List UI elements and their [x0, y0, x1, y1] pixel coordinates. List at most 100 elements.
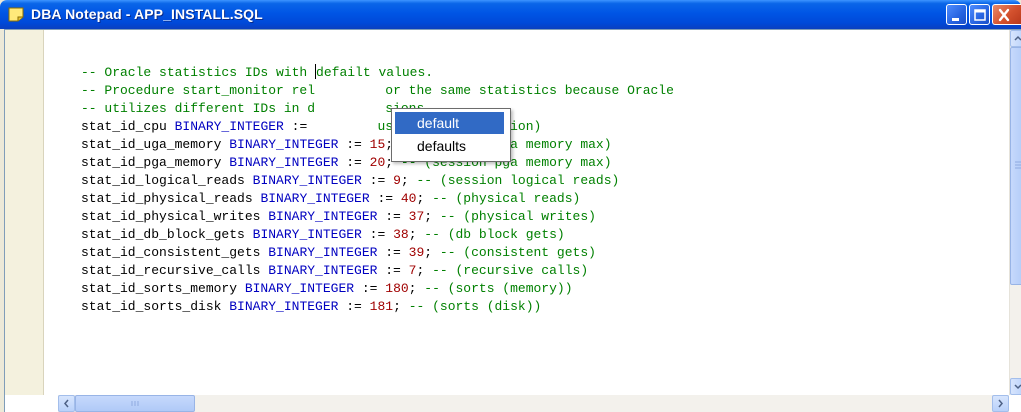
app-window: DBA Notepad - APP_INSTALL.SQL -- Oracle … [0, 0, 1021, 412]
code-token: BINARY_INTEGER [229, 299, 339, 314]
code-line: stat_id_consistent_gets BINARY_INTEGER :… [81, 244, 674, 262]
code-token: ; [393, 299, 409, 314]
horizontal-scroll-thumb[interactable] [75, 395, 195, 412]
code-token: BINARY_INTEGER [268, 245, 378, 260]
code-token: := [338, 137, 370, 152]
code-token: 20 [369, 155, 386, 170]
code-line: -- Procedure start_monitor rel or the sa… [81, 82, 674, 100]
maximize-icon [974, 9, 986, 21]
code-token: -- (sorts (memory)) [424, 281, 573, 296]
code-token: := [369, 191, 401, 206]
scroll-right-button[interactable] [992, 395, 1009, 412]
code-token: -- (physical reads) [432, 191, 581, 206]
code-token: -- Oracle statistics IDs with [81, 65, 316, 80]
maximize-button[interactable] [969, 4, 990, 25]
code-token: -- (recursive calls) [432, 263, 589, 278]
code-token: ; [408, 281, 425, 296]
code-token: stat_id_logical_reads [81, 173, 253, 188]
code-token: -- (db block gets) [424, 227, 565, 242]
code-token: stat_id_sorts_memory [81, 281, 245, 296]
code-token: ; [408, 227, 425, 242]
notepad-icon [8, 7, 24, 22]
code-token: := [361, 173, 394, 188]
code-line: stat_id_sorts_disk BINARY_INTEGER := 181… [81, 298, 674, 316]
code-token: -- (consistent gets) [439, 245, 596, 260]
code-token: BINARY_INTEGER [229, 137, 339, 152]
arrow-down-icon [1014, 384, 1021, 390]
scroll-down-button[interactable] [1010, 378, 1021, 395]
code-line: stat_id_physical_writes BINARY_INTEGER :… [81, 208, 674, 226]
code-token: BINARY_INTEGER [268, 263, 378, 278]
code-line: stat_id_recursive_calls BINARY_INTEGER :… [81, 262, 674, 280]
code-token: 15 [369, 137, 386, 152]
close-button[interactable] [992, 4, 1021, 25]
code-token: -- (sorts (disk)) [408, 299, 542, 314]
spelling-suggestions-popup: default defaults [391, 108, 511, 162]
grip-icon [1015, 161, 1021, 169]
minimize-icon [952, 18, 959, 21]
code-token: stat_id_sorts_disk [81, 299, 230, 314]
code-token: stat_id_db_block_gets [81, 227, 253, 242]
code-token: 9 [393, 173, 401, 188]
code-token: := [377, 209, 409, 224]
code-token: -- (physical writes) [439, 209, 596, 224]
code-line: stat_id_sorts_memory BINARY_INTEGER := 1… [81, 280, 674, 298]
code-line: stat_id_uga_memory BINARY_INTEGER := 15;… [81, 136, 674, 154]
arrow-left-icon [64, 399, 69, 408]
grip-icon [131, 401, 139, 406]
close-icon [998, 8, 1010, 22]
code-token: := [283, 119, 316, 134]
code-token: ; [424, 209, 440, 224]
code-line: stat_id_db_block_gets BINARY_INTEGER := … [81, 226, 674, 244]
code-token: stat_id_consistent_gets [81, 245, 269, 260]
code-token: BINARY_INTEGER [268, 209, 378, 224]
vertical-scrollbar[interactable] [1009, 30, 1021, 395]
code-token: or the same statistics because Oracle [385, 83, 674, 98]
code-token: -- Procedure start_monitor rel [81, 83, 316, 98]
code-token: 38 [393, 227, 409, 242]
scroll-left-button[interactable] [58, 395, 75, 412]
code-token: ; [416, 263, 433, 278]
code-token: -- utilizes different IDs in d [81, 101, 316, 116]
code-line: stat_id_cpu BINARY_INTEGER := used by th… [81, 118, 674, 136]
code-token: 39 [408, 245, 425, 260]
code-token: := [338, 299, 370, 314]
code-line: -- utilizes different IDs in d sions [81, 100, 674, 118]
code-token: 180 [385, 281, 409, 296]
code-token: defailt values. [316, 65, 434, 80]
code-token: := [361, 227, 394, 242]
code-token: stat_id_uga_memory [81, 137, 230, 152]
code-line: stat_id_pga_memory BINARY_INTEGER := 20;… [81, 154, 674, 172]
code-token: stat_id_cpu [81, 119, 175, 134]
code-token: BINARY_INTEGER [252, 227, 362, 242]
code-token: := [377, 245, 409, 260]
code-token: -- (session logical reads) [416, 173, 620, 188]
code-token: := [354, 281, 386, 296]
code-token: ; [400, 173, 417, 188]
line-gutter [5, 30, 44, 395]
code-token: := [338, 155, 370, 170]
code-token: stat_id_physical_reads [81, 191, 261, 206]
code-token: stat_id_recursive_calls [81, 263, 269, 278]
window-title: DBA Notepad - APP_INSTALL.SQL [31, 6, 263, 22]
code-token: stat_id_physical_writes [81, 209, 269, 224]
arrow-right-icon [998, 399, 1003, 408]
code-text[interactable]: -- Oracle statistics IDs with defailt va… [81, 64, 674, 316]
horizontal-scrollbar[interactable] [58, 395, 1009, 412]
vertical-scroll-thumb[interactable] [1010, 47, 1021, 285]
suggestion-default[interactable]: default [395, 112, 504, 134]
code-line: -- Oracle statistics IDs with defailt va… [81, 64, 674, 82]
code-line: stat_id_physical_reads BINARY_INTEGER :=… [81, 190, 674, 208]
code-token: 40 [400, 191, 417, 206]
code-token: BINARY_INTEGER [229, 155, 339, 170]
code-token: 37 [408, 209, 425, 224]
title-bar[interactable]: DBA Notepad - APP_INSTALL.SQL [0, 0, 1021, 29]
scroll-up-button[interactable] [1010, 30, 1021, 47]
suggestion-defaults[interactable]: defaults [395, 135, 504, 157]
arrow-up-icon [1014, 35, 1021, 41]
code-line: stat_id_logical_reads BINARY_INTEGER := … [81, 172, 674, 190]
minimize-button[interactable] [946, 4, 967, 25]
code-token: 181 [369, 299, 394, 314]
